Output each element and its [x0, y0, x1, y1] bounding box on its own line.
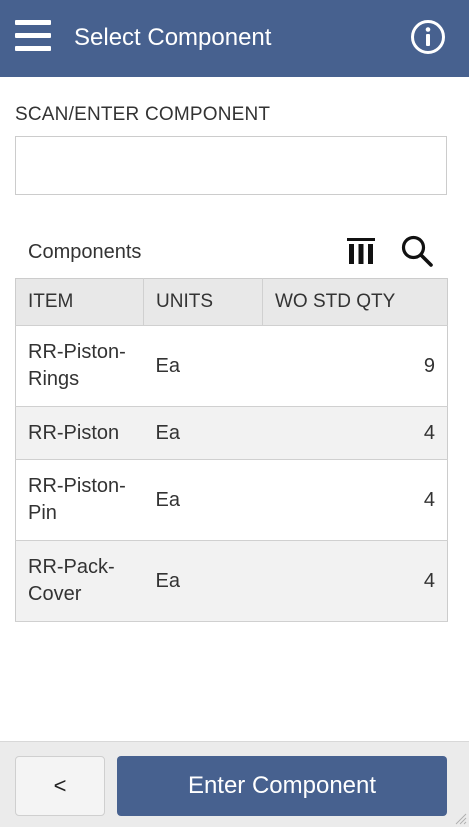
units-cell: Ea	[143, 540, 263, 622]
resize-grip-icon	[455, 813, 467, 825]
qty-cell: 4	[262, 406, 448, 460]
column-header-item[interactable]: ITEM	[15, 278, 144, 326]
enter-component-button[interactable]: Enter Component	[117, 756, 447, 816]
components-table: ITEM UNITS WO STD QTY RR-Piston-Rings Ea…	[15, 278, 448, 622]
qty-cell: 9	[262, 325, 448, 407]
hamburger-menu-icon[interactable]	[15, 20, 51, 52]
units-cell: Ea	[143, 325, 263, 407]
item-cell: RR-Piston-Rings	[15, 325, 144, 407]
table-row[interactable]: RR-Piston-Pin Ea 4	[15, 459, 448, 541]
page-title: Select Component	[74, 24, 272, 51]
back-button[interactable]: <	[15, 756, 105, 816]
app-header: Select Component	[0, 0, 469, 77]
item-cell: RR-Piston-Pin	[15, 459, 144, 541]
components-grid-title: Components	[28, 241, 142, 263]
scan-component-input[interactable]	[15, 136, 447, 195]
item-cell: RR-Pack-Cover	[15, 540, 144, 622]
scan-component-label: SCAN/ENTER COMPONENT	[15, 104, 271, 125]
table-row[interactable]: RR-Piston-Rings Ea 9	[15, 325, 448, 407]
info-circle-icon[interactable]	[410, 19, 446, 55]
units-cell: Ea	[143, 406, 263, 460]
search-icon[interactable]	[399, 233, 435, 269]
qty-cell: 4	[262, 540, 448, 622]
item-cell: RR-Piston	[15, 406, 144, 460]
table-header-row: ITEM UNITS WO STD QTY	[15, 278, 448, 326]
table-row[interactable]: RR-Piston Ea 4	[15, 406, 448, 460]
column-header-wo-std-qty[interactable]: WO STD QTY	[262, 278, 448, 326]
columns-icon[interactable]	[345, 235, 377, 267]
table-row[interactable]: RR-Pack-Cover Ea 4	[15, 540, 448, 622]
qty-cell: 4	[262, 459, 448, 541]
footer-bar: < Enter Component	[0, 741, 469, 827]
column-header-units[interactable]: UNITS	[143, 278, 263, 326]
units-cell: Ea	[143, 459, 263, 541]
